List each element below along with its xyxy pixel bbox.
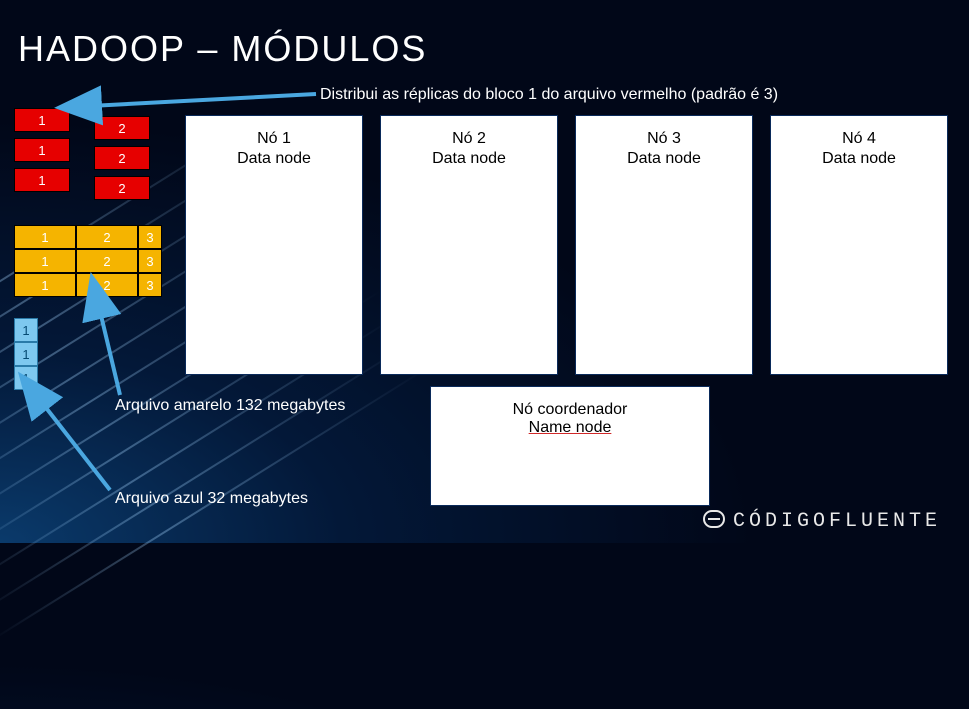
arrow-distribute-icon bbox=[90, 94, 316, 106]
branding-text: CÓDIGOFLUENTE bbox=[733, 510, 941, 533]
red-block-2b: 2 bbox=[94, 146, 150, 170]
yellow-block-r1c2: 3 bbox=[138, 249, 162, 273]
blue-block-2: 1 bbox=[14, 366, 38, 390]
distribute-annotation: Distribui as réplicas do bloco 1 do arqu… bbox=[320, 86, 778, 104]
red-block-1c: 1 bbox=[14, 168, 70, 192]
node-1-subtitle: Data node bbox=[186, 150, 362, 168]
node-4-subtitle: Data node bbox=[771, 150, 947, 168]
yellow-block-r2c0: 1 bbox=[14, 273, 76, 297]
yellow-block-r0c0: 1 bbox=[14, 225, 76, 249]
branding: CÓDIGOFLUENTE bbox=[703, 510, 941, 533]
blue-block-0: 1 bbox=[14, 318, 38, 342]
node-1-title: Nó 1 bbox=[186, 130, 362, 148]
node-1: Nó 1 Data node bbox=[185, 115, 363, 375]
node-3-title: Nó 3 bbox=[576, 130, 752, 148]
coordinator-title: Nó coordenador bbox=[431, 401, 709, 419]
red-block-2c: 2 bbox=[94, 176, 150, 200]
red-block-1a: 1 bbox=[14, 108, 70, 132]
node-2-title: Nó 2 bbox=[381, 130, 557, 148]
yellow-block-r1c0: 1 bbox=[14, 249, 76, 273]
node-2: Nó 2 Data node bbox=[380, 115, 558, 375]
red-block-1b: 1 bbox=[14, 138, 70, 162]
yellow-block-r1c1: 2 bbox=[76, 249, 138, 273]
yellow-file-annotation: Arquivo amarelo 132 megabytes bbox=[115, 397, 345, 415]
node-4-title: Nó 4 bbox=[771, 130, 947, 148]
node-4: Nó 4 Data node bbox=[770, 115, 948, 375]
red-block-2a: 2 bbox=[94, 116, 150, 140]
blue-block-1: 1 bbox=[14, 342, 38, 366]
blue-file-annotation: Arquivo azul 32 megabytes bbox=[115, 490, 308, 508]
page-title: HADOOP – MÓDULOS bbox=[18, 28, 427, 70]
node-2-subtitle: Data node bbox=[381, 150, 557, 168]
yellow-block-r0c2: 3 bbox=[138, 225, 162, 249]
coordinator-node: Nó coordenador Name node bbox=[430, 386, 710, 506]
yellow-block-r2c2: 3 bbox=[138, 273, 162, 297]
node-3: Nó 3 Data node bbox=[575, 115, 753, 375]
node-3-subtitle: Data node bbox=[576, 150, 752, 168]
yellow-block-r2c1: 2 bbox=[76, 273, 138, 297]
arrow-blue-icon bbox=[40, 400, 110, 490]
arrow-yellow-icon bbox=[99, 307, 120, 395]
brand-logo-icon bbox=[703, 510, 725, 528]
coordinator-subtitle: Name node bbox=[431, 419, 709, 437]
yellow-block-r0c1: 2 bbox=[76, 225, 138, 249]
